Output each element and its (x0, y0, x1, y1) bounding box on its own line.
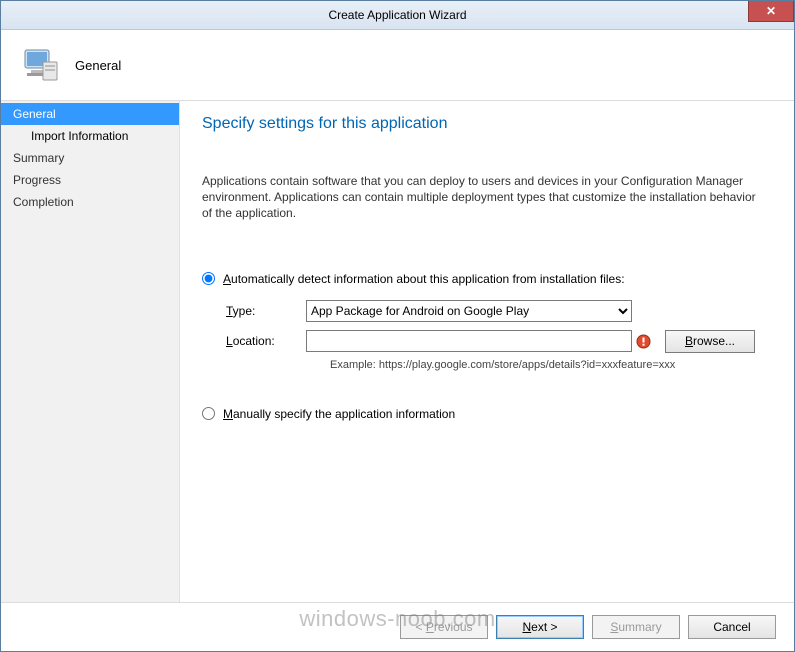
page-description: Applications contain software that you c… (202, 173, 762, 222)
sidebar: General Import Information Summary Progr… (1, 101, 180, 602)
sidebar-item-label: Summary (13, 151, 64, 165)
computer-icon (19, 44, 59, 87)
auto-detect-form: Type: App Package for Android on Google … (226, 300, 772, 371)
sidebar-item-completion[interactable]: Completion (1, 191, 179, 213)
next-button[interactable]: Next > (496, 615, 584, 639)
titlebar: Create Application Wizard ✕ (1, 1, 794, 30)
header-label: General (75, 58, 121, 73)
type-label: Type: (226, 304, 306, 318)
page-heading: Specify settings for this application (202, 115, 772, 133)
radio-auto-detect-label: Automatically detect information about t… (223, 272, 625, 286)
previous-button: < Previous (400, 615, 488, 639)
summary-button: Summary (592, 615, 680, 639)
close-button[interactable]: ✕ (748, 1, 794, 22)
radio-manual[interactable] (202, 407, 215, 420)
browse-button[interactable]: Browse... (665, 330, 755, 353)
wizard-footer: windows-noob.com < Previous Next > Summa… (1, 602, 794, 651)
sidebar-item-label: General (13, 107, 56, 121)
sidebar-item-summary[interactable]: Summary (1, 147, 179, 169)
radio-auto-detect[interactable] (202, 272, 215, 285)
wizard-body: General Import Information Summary Progr… (1, 101, 794, 602)
close-icon: ✕ (766, 4, 776, 18)
content-pane: Specify settings for this application Ap… (180, 101, 794, 602)
cancel-button[interactable]: Cancel (688, 615, 776, 639)
wizard-header: General (1, 30, 794, 101)
location-example: Example: https://play.google.com/store/a… (330, 359, 772, 371)
sidebar-item-general[interactable]: General (1, 103, 179, 125)
option-manual[interactable]: Manually specify the application informa… (202, 407, 772, 421)
sidebar-item-label: Import Information (31, 129, 128, 143)
sidebar-item-label: Completion (13, 195, 74, 209)
sidebar-item-import-information[interactable]: Import Information (1, 125, 179, 147)
sidebar-item-label: Progress (13, 173, 61, 187)
wizard-window: Create Application Wizard ✕ General Gene… (0, 0, 795, 652)
radio-manual-label: Manually specify the application informa… (223, 407, 455, 421)
error-icon (636, 334, 651, 349)
location-label: Location: (226, 334, 306, 348)
type-select[interactable]: App Package for Android on Google Play (306, 300, 632, 322)
location-input[interactable] (306, 330, 632, 352)
option-auto-detect[interactable]: Automatically detect information about t… (202, 272, 772, 286)
window-title: Create Application Wizard (1, 8, 794, 22)
sidebar-item-progress[interactable]: Progress (1, 169, 179, 191)
